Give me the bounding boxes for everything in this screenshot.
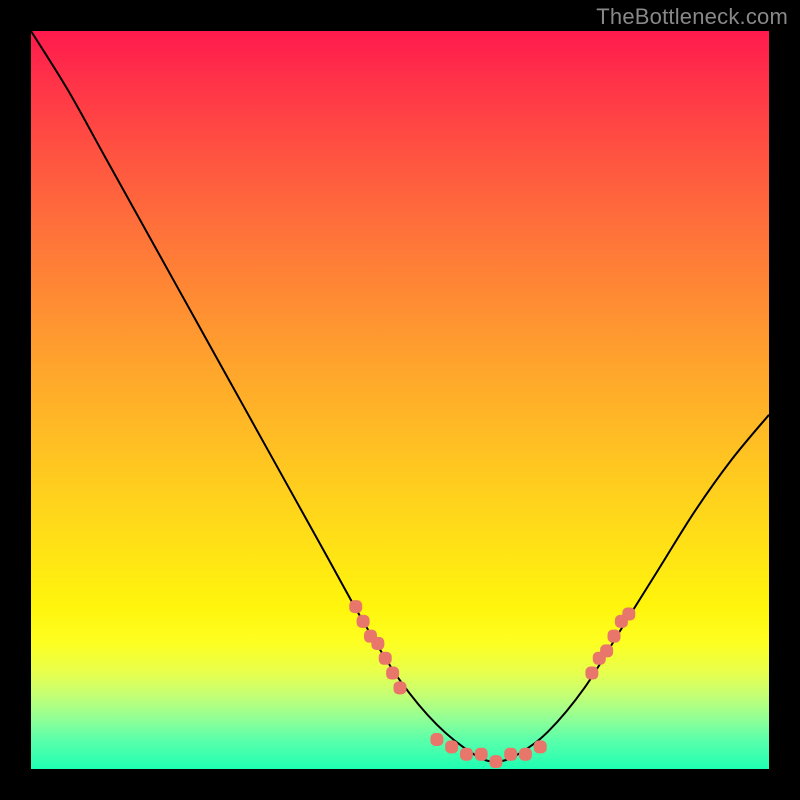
marker-point xyxy=(430,733,443,746)
marker-point xyxy=(445,740,458,753)
marker-point xyxy=(534,740,547,753)
marker-point xyxy=(460,748,473,761)
plot-area xyxy=(31,31,769,769)
marker-point xyxy=(504,748,517,761)
marker-point xyxy=(585,667,598,680)
marker-point xyxy=(386,667,399,680)
marker-point xyxy=(608,630,621,643)
marker-point xyxy=(519,748,532,761)
marker-point xyxy=(349,600,362,613)
marker-point xyxy=(600,644,613,657)
chart-container: TheBottleneck.com xyxy=(0,0,800,800)
curve-line xyxy=(31,31,769,762)
marker-point xyxy=(489,755,502,768)
marker-point xyxy=(357,615,370,628)
marker-points xyxy=(349,600,635,768)
marker-point xyxy=(622,608,635,621)
marker-point xyxy=(394,681,407,694)
marker-point xyxy=(371,637,384,650)
watermark-text: TheBottleneck.com xyxy=(596,4,788,30)
marker-point xyxy=(475,748,488,761)
curve-layer xyxy=(31,31,769,769)
marker-point xyxy=(379,652,392,665)
curve-path xyxy=(31,31,769,762)
